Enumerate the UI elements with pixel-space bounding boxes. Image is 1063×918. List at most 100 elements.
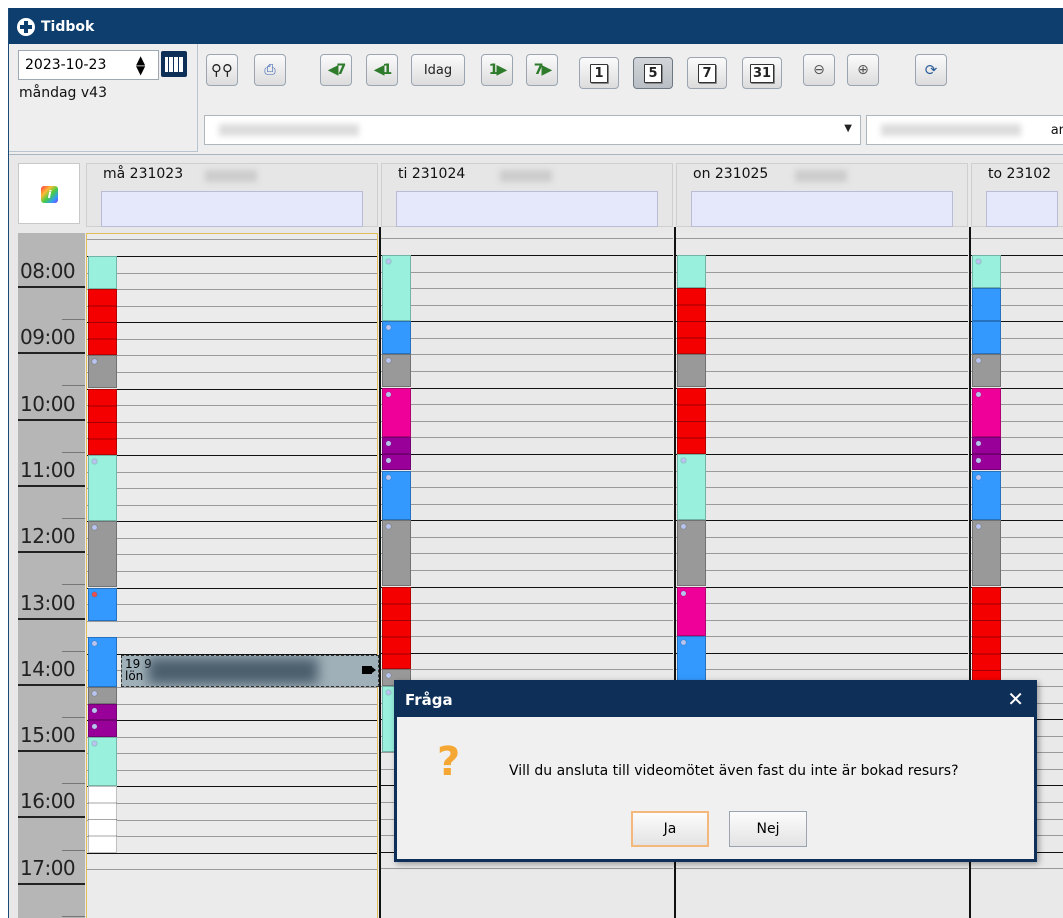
appointment-block[interactable] — [382, 453, 411, 471]
video-appointment-card[interactable]: 19 9 lön — [121, 655, 379, 687]
slot-line — [381, 371, 673, 372]
appointment-block[interactable] — [972, 470, 1001, 521]
appointment-block[interactable] — [972, 255, 1001, 289]
appointment-block[interactable] — [677, 586, 706, 637]
slot-line — [676, 437, 968, 439]
week-label: måndag v43 — [19, 85, 107, 101]
day-note-field[interactable] — [101, 191, 363, 227]
today-button[interactable]: Idag — [411, 54, 465, 86]
appointment-block[interactable] — [382, 470, 411, 521]
day-column[interactable] — [86, 233, 378, 918]
appointment-block[interactable] — [677, 387, 706, 454]
no-button[interactable]: Nej — [729, 811, 807, 847]
refresh-button[interactable]: ⟳ — [915, 54, 947, 86]
appointment-block[interactable] — [88, 587, 117, 621]
secondary-combo[interactable]: ar — [866, 115, 1063, 145]
appointment-block[interactable] — [972, 586, 1001, 686]
appointment-block[interactable] — [88, 521, 117, 588]
close-icon[interactable]: ✕ — [1007, 687, 1024, 711]
binoculars-icon: ⚲⚲ — [211, 61, 233, 79]
slot-line — [676, 603, 968, 605]
question-dialog: Fråga ✕ ? Vill du ansluta till videomöte… — [394, 680, 1037, 862]
appointment-block[interactable] — [88, 703, 117, 721]
half-hour-tick — [62, 518, 85, 520]
view-month-button[interactable]: 31 — [742, 57, 782, 89]
appointment-block[interactable] — [972, 387, 1001, 438]
appointment-block[interactable] — [382, 255, 411, 322]
appointment-block[interactable] — [382, 321, 411, 355]
slot-line — [676, 304, 968, 306]
slot-line — [381, 503, 673, 505]
resource-combo[interactable]: ▼ — [204, 115, 861, 145]
appointment-block[interactable] — [972, 520, 1001, 587]
appointment-block[interactable] — [88, 289, 117, 356]
prev-day-button[interactable]: ◀1 — [366, 54, 398, 86]
zoom-in-button[interactable]: ⊕ — [847, 54, 879, 86]
yes-button[interactable]: Ja — [631, 811, 709, 847]
day-note-field[interactable] — [986, 191, 1058, 227]
status-dot-icon — [386, 259, 391, 264]
day-header[interactable]: må 231023 — [86, 163, 378, 227]
appointment-block[interactable] — [677, 636, 706, 686]
appointment-block[interactable] — [677, 288, 706, 355]
hour-line — [87, 521, 377, 523]
appointment-block[interactable] — [88, 256, 117, 290]
view-1-day-button[interactable]: 1 — [579, 57, 619, 89]
view-5-day-button[interactable]: 5 — [633, 57, 673, 89]
print-button[interactable]: ⎙ — [254, 54, 286, 86]
day-header[interactable]: on 231025 — [676, 163, 968, 227]
appointment-block[interactable] — [88, 687, 117, 704]
appointment-block[interactable] — [677, 255, 706, 289]
appointment-block[interactable] — [972, 321, 1001, 355]
view-7-day-button[interactable]: 7 — [687, 57, 727, 89]
next-day-button[interactable]: 1▶ — [481, 54, 513, 86]
appointment-block[interactable] — [677, 453, 706, 521]
chevron-down-icon[interactable]: ▼ — [844, 123, 852, 134]
day-header[interactable]: ti 231024 — [381, 163, 673, 227]
appointment-block[interactable] — [382, 437, 411, 454]
appointment-block[interactable] — [382, 354, 411, 388]
next-week-button[interactable]: 7▶ — [526, 54, 558, 86]
slot-line — [87, 272, 377, 274]
day-note-field[interactable] — [396, 191, 658, 227]
zoom-out-button[interactable]: ⊖ — [803, 54, 835, 86]
hour-line — [18, 882, 85, 885]
search-button[interactable]: ⚲⚲ — [206, 54, 238, 86]
slot-line — [381, 669, 673, 671]
appointment-block[interactable] — [88, 736, 117, 787]
appointment-block[interactable] — [382, 387, 411, 438]
appointment-block[interactable] — [382, 586, 411, 670]
appointment-block[interactable] — [88, 786, 117, 853]
appointment-block[interactable] — [88, 388, 117, 455]
calendar-icon[interactable] — [161, 51, 187, 77]
slot-line — [381, 553, 673, 555]
slot-line — [381, 404, 673, 406]
info-cell[interactable]: i — [18, 163, 80, 224]
appointment-block[interactable] — [88, 355, 117, 389]
video-camera-icon[interactable] — [362, 666, 376, 674]
time-label: 14:00 — [20, 656, 76, 681]
appointment-block[interactable] — [88, 637, 117, 687]
appointment-block[interactable] — [677, 354, 706, 388]
slot-line — [87, 570, 377, 572]
status-dot-icon — [386, 358, 391, 364]
appointment-block[interactable] — [382, 520, 411, 587]
appointment-block[interactable] — [972, 354, 1001, 388]
prev-week-button[interactable]: ◀7 — [320, 54, 352, 86]
appointment-block[interactable] — [972, 288, 1001, 322]
date-spinner-icon[interactable]: ▲ ▼ — [136, 54, 145, 76]
slot-line — [381, 354, 673, 356]
slot-line — [381, 868, 673, 870]
appointment-block[interactable] — [972, 437, 1001, 454]
appointment-block[interactable] — [88, 720, 117, 737]
prev-day-icon: ◀1 — [373, 62, 392, 78]
info-icon[interactable]: i — [41, 186, 58, 203]
day-header[interactable]: to 23102 — [971, 163, 1063, 227]
appointment-block[interactable] — [88, 454, 117, 522]
time-label: 15:00 — [20, 723, 76, 748]
day-note-field[interactable] — [691, 191, 953, 227]
hour-line — [18, 484, 85, 487]
appointment-block[interactable] — [972, 453, 1001, 471]
slot-line — [87, 421, 377, 423]
appointment-block[interactable] — [677, 520, 706, 587]
